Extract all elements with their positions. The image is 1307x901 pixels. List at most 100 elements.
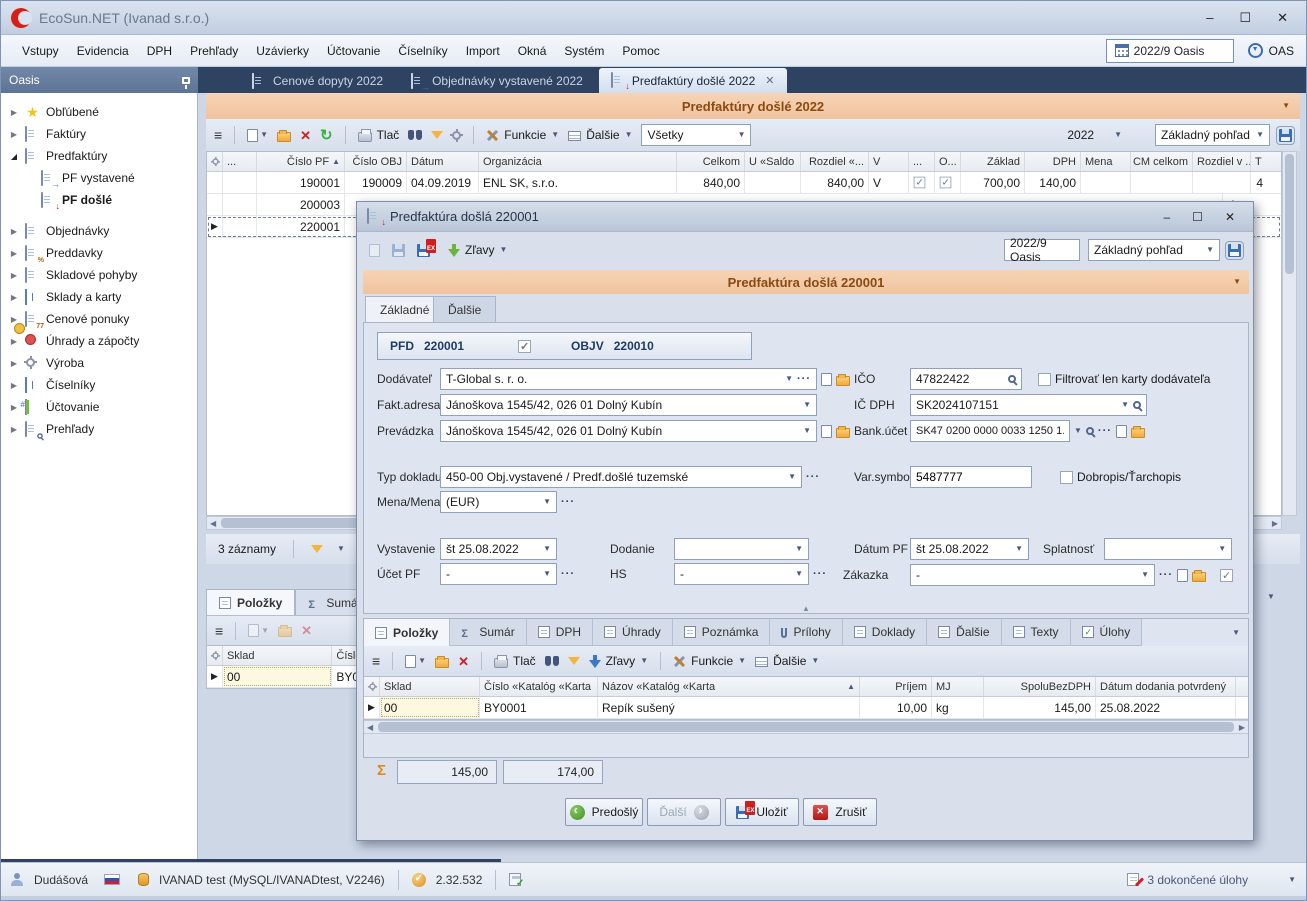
var-symbol-input[interactable] [910, 466, 1032, 488]
sidebar-item-skladove-pohyby[interactable]: ▶ Skladové pohyby [1, 264, 197, 286]
print-button[interactable]: Tlač [358, 128, 400, 142]
delete-icon[interactable]: ✕ [458, 655, 469, 668]
records-filter-icon[interactable] [311, 545, 323, 553]
sidebar-item-oblubene[interactable]: ▶ ★ Obľúbené [1, 101, 197, 123]
zlavy-menu-button[interactable]: Zľavy▼ [589, 654, 648, 668]
ellipsis-button[interactable] [797, 374, 811, 385]
search-binoculars-icon[interactable] [408, 130, 422, 140]
dialog-banner-dropdown-icon[interactable]: ▼ [1233, 278, 1241, 286]
expand-arrow-icon[interactable]: ▶ [9, 108, 19, 117]
inner-tab-prilohy[interactable]: Prílohy [770, 619, 842, 646]
new-item-button[interactable]: ▼ [405, 655, 426, 668]
scroll-left-icon[interactable]: ◀ [207, 519, 219, 528]
col-datum-dodania[interactable]: Dátum dodania potvrdený [1096, 677, 1236, 696]
period-input[interactable] [1134, 44, 1220, 58]
save-view-icon[interactable] [1279, 129, 1292, 142]
col-prijem[interactable]: Príjem [860, 677, 932, 696]
ellipsis-button[interactable] [561, 569, 575, 580]
ellipsis-button[interactable] [1098, 426, 1112, 437]
save-button[interactable]: Uložiť [725, 798, 799, 826]
fakt-adresa-combobox[interactable]: Jánoškova 1545/42, 026 01 Dolný Kubín▼ [440, 394, 817, 416]
open-folder-icon[interactable] [1131, 428, 1145, 438]
vystavenie-datepicker[interactable]: št 25.08.2022▼ [440, 538, 557, 560]
side-dropdown-icon[interactable]: ▼ [1267, 593, 1275, 601]
print-button[interactable]: Tlač [494, 654, 536, 668]
col-zaklad[interactable]: Základ [961, 152, 1025, 171]
scroll-left-icon[interactable]: ◀ [364, 723, 376, 732]
save-close-icon[interactable] [417, 244, 430, 257]
col-dots2[interactable]: ... [909, 152, 935, 171]
bottom-tab-polozky[interactable]: Položky [206, 589, 295, 615]
menu-vstupy[interactable]: Vstupy [13, 40, 68, 62]
bank-ucet-combobox[interactable]: SK47 0200 0000 0033 1250 1... [910, 420, 1070, 442]
col-v[interactable]: V [869, 152, 909, 171]
tasks-dropdown-icon[interactable]: ▼ [1288, 876, 1296, 884]
records-filter-dropdown-icon[interactable]: ▼ [337, 545, 345, 553]
detail-doc-icon[interactable] [1177, 569, 1188, 582]
table-row[interactable]: ▶ 00 BY0001 Repík sušený 10,00 kg 145,00… [364, 697, 1248, 719]
tab-dalsie[interactable]: Ďalšie [433, 296, 496, 322]
expand-arrow-icon[interactable]: ▶ [9, 227, 19, 236]
col-celkom[interactable]: Celkom [677, 152, 745, 171]
col-cislo-katalog[interactable]: Číslo «Katalóg «Karta [480, 677, 598, 696]
col-cislo-obj[interactable]: Číslo OBJ [345, 152, 407, 171]
ic-dph-combobox[interactable]: SK2024107151▼ [910, 394, 1147, 416]
datum-pf-datepicker[interactable]: št 25.08.2022▼ [910, 538, 1029, 560]
open-folder-icon[interactable] [1192, 572, 1206, 582]
open-folder-icon[interactable] [836, 428, 850, 438]
filter-all-combobox[interactable]: Všetky▼ [641, 124, 751, 146]
sidebar-item-cenove-ponuky[interactable]: ▶ 77 Cenové ponuky [1, 308, 197, 330]
col-mj[interactable]: MJ [932, 677, 984, 696]
pin-icon[interactable] [182, 77, 190, 84]
col-mena[interactable]: Mena [1081, 152, 1131, 171]
collapse-form-icon[interactable]: ▲ [802, 605, 810, 613]
sidebar-item-objednavky[interactable]: ▶ Objednávky [1, 220, 197, 242]
col-rozdiel-v[interactable]: Rozdiel v ... [1193, 152, 1251, 171]
ellipsis-button[interactable] [806, 472, 820, 483]
expand-arrow-icon[interactable]: ▶ [9, 293, 19, 302]
items-horizontal-scrollbar[interactable]: ◀ ▶ [364, 720, 1248, 734]
cancel-button[interactable]: Zrušiť [803, 798, 877, 826]
col-nazov-katalog[interactable]: Názov «Katalóg «Karta▲ [598, 677, 860, 696]
sidebar-item-uhrady-a-zapocty[interactable]: ▶ Úhrady a zápočty [1, 330, 197, 352]
detail-doc-icon[interactable] [821, 373, 832, 386]
splatnost-datepicker[interactable]: ▼ [1104, 538, 1232, 560]
filter-funnel-icon[interactable] [431, 131, 443, 139]
lookup-magnifier-icon[interactable] [1133, 401, 1141, 409]
inner-tab-uhrady[interactable]: Úhrady [593, 619, 673, 646]
mena-combobox[interactable]: (EUR)▼ [440, 491, 557, 513]
lookup-magnifier-icon[interactable] [1086, 427, 1094, 435]
funkcie-menu-button[interactable]: Funkcie▼ [673, 654, 746, 668]
menu-uzavierky[interactable]: Uzávierky [247, 40, 318, 62]
menu-okna[interactable]: Okná [509, 40, 556, 62]
inner-tab-dph[interactable]: DPH [527, 619, 593, 646]
col-o[interactable]: O... [935, 152, 961, 171]
sidebar-item-vyroba[interactable]: ▶ Výroba [1, 352, 197, 374]
inner-tab-poznamka[interactable]: Poznámka [673, 619, 771, 646]
dialog-period-box[interactable]: 2022/9 Oasis [1004, 239, 1080, 261]
grid-corner-gear[interactable] [207, 646, 223, 665]
search-binoculars-icon[interactable] [545, 656, 559, 666]
dalsie-menu-button[interactable]: Ďalšie▼ [568, 128, 632, 142]
sidebar-item-faktury[interactable]: ▶ Faktúry [1, 123, 197, 145]
detail-doc-icon[interactable] [821, 425, 832, 438]
grid-corner-gear[interactable] [207, 152, 223, 171]
sidebar-item-ciselniky[interactable]: ▶ Číselníky [1, 374, 197, 396]
dobropis-checkbox[interactable] [1060, 471, 1073, 484]
sidebar-item-pf-dosle[interactable]: ↓ PF došlé [1, 189, 197, 211]
prevadzka-combobox[interactable]: Jánoškova 1545/42, 026 01 Dolný Kubín▼ [440, 420, 817, 442]
inner-tab-polozky[interactable]: Položky [364, 619, 450, 646]
dialog-close-button[interactable]: ✕ [1225, 210, 1235, 224]
expand-arrow-icon[interactable]: ▶ [9, 337, 19, 346]
dalsie-menu-button[interactable]: Ďalšie▼ [755, 654, 819, 668]
open-folder-icon[interactable] [277, 132, 291, 142]
dialog-maximize-button[interactable]: ☐ [1192, 210, 1203, 224]
delete-icon[interactable]: ✕ [300, 129, 311, 142]
lookup-magnifier-icon[interactable] [1008, 375, 1016, 383]
inner-tab-doklady[interactable]: Doklady [843, 619, 927, 646]
settings-gear-icon[interactable] [452, 131, 461, 140]
filter-funnel-icon[interactable] [568, 657, 580, 665]
typ-dokladu-combobox[interactable]: 450-00 Obj.vystavené / Predf.došlé tuzem… [440, 466, 802, 488]
maximize-button[interactable]: ☐ [1239, 10, 1251, 26]
expand-arrow-icon[interactable]: ▶ [9, 381, 19, 390]
